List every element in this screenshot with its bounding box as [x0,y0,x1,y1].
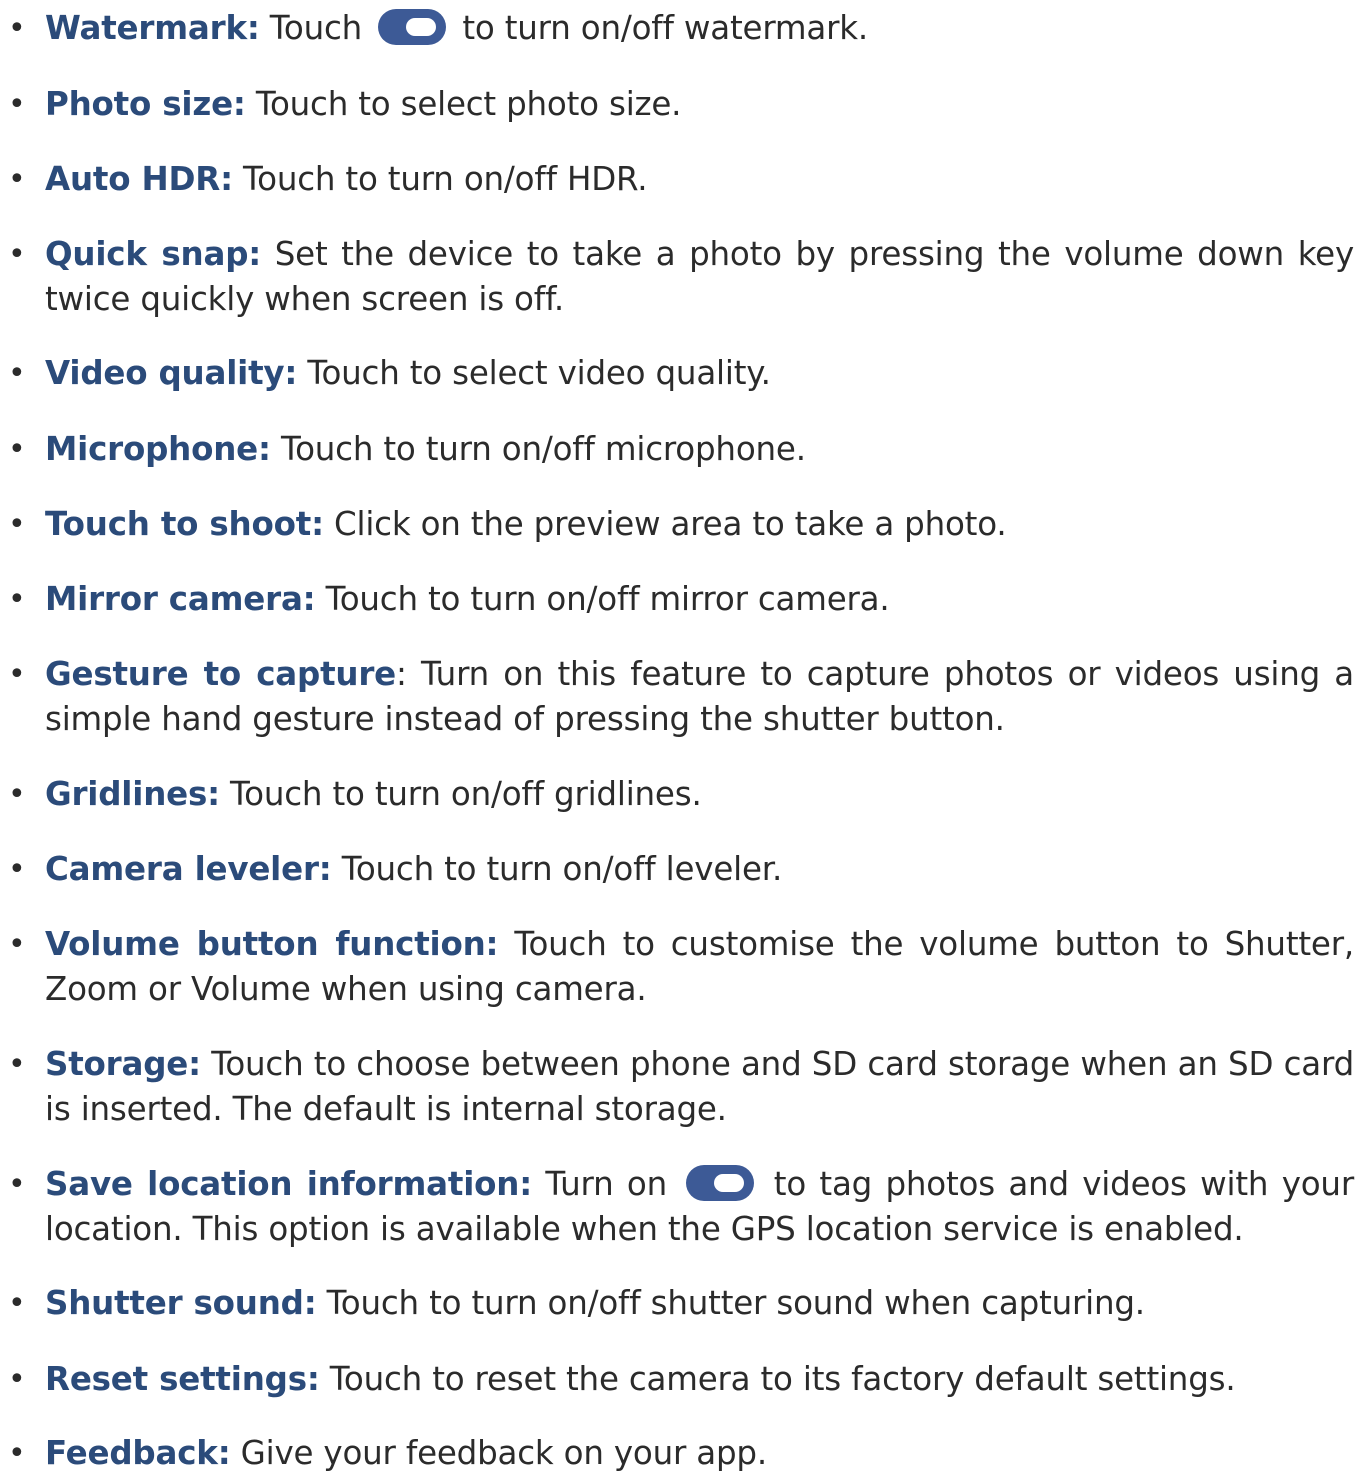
item-term: Reset settings: [45,1360,320,1398]
item-term: Watermark: [45,9,260,47]
list-item-volume-button-function: • Volume button function: Touch to custo… [8,922,1354,1012]
list-item-save-location-information: • Save location information: Turn on to … [8,1162,1354,1252]
item-term: Camera leveler: [45,850,332,888]
list-item-watermark: • Watermark: Touch to turn on/off waterm… [8,6,1354,51]
bullet: • [8,162,26,197]
bullet: • [8,1436,26,1471]
item-text: Volume button function: Touch to customi… [45,922,1354,1012]
item-term: Volume button function: [45,925,499,963]
list-item-gesture-to-capture: • Gesture to capture: Turn on this featu… [8,652,1354,742]
bullet: • [8,852,26,887]
list-item-touch-to-shoot: • Touch to shoot: Click on the preview a… [8,502,1354,547]
toggle-on-icon [686,1165,755,1201]
list-item-video-quality: • Video quality: Touch to select video q… [8,351,1354,396]
item-text: Gridlines: Touch to turn on/off gridline… [45,772,1354,817]
item-text: Quick snap: Set the device to take a pho… [45,232,1354,322]
item-text: Gesture to capture: Turn on this feature… [45,652,1354,742]
list-item-auto-hdr: • Auto HDR: Touch to turn on/off HDR. [8,157,1354,202]
toggle-knob [406,18,437,36]
bullet: • [8,11,26,46]
item-text: Watermark: Touch to turn on/off watermar… [45,6,1354,51]
item-text: Touch to shoot: Click on the preview are… [45,502,1354,547]
list-item-microphone: • Microphone: Touch to turn on/off micro… [8,427,1354,472]
item-term: Microphone: [45,430,271,468]
item-desc-before: Turn on [532,1165,681,1203]
item-term: Video quality: [45,354,298,392]
item-text: Video quality: Touch to select video qua… [45,351,1354,396]
list-item-gridlines: • Gridlines: Touch to turn on/off gridli… [8,772,1354,817]
item-text: Feedback: Give your feedback on your app… [45,1431,1354,1476]
list-item-storage: • Storage: Touch to choose between phone… [8,1042,1354,1132]
item-desc-before: Touch [259,9,373,47]
item-desc: Touch to turn on/off leveler. [331,850,783,888]
item-term: Photo size: [45,85,246,123]
item-term: Quick snap: [45,235,262,273]
bullet: • [8,657,26,692]
item-term: Feedback: [45,1434,231,1472]
toggle-on-icon [378,9,447,45]
bullet: • [8,927,26,962]
item-desc: Touch to turn on/off shutter sound when … [316,1284,1145,1322]
list-item-shutter-sound: • Shutter sound: Touch to turn on/off sh… [8,1281,1354,1326]
bullet: • [8,1047,26,1082]
bullet: • [8,237,26,272]
item-text: Shutter sound: Touch to turn on/off shut… [45,1281,1354,1326]
bullet: • [8,432,26,467]
list-item-feedback: • Feedback: Give your feedback on your a… [8,1431,1354,1476]
bullet: • [8,582,26,617]
item-text: Camera leveler: Touch to turn on/off lev… [45,847,1354,892]
item-text: Photo size: Touch to select photo size. [45,82,1354,127]
item-desc: Touch to choose between phone and SD car… [45,1045,1354,1128]
item-term: Mirror camera: [45,580,316,618]
bullet: • [8,356,26,391]
item-text: Save location information: Turn on to ta… [45,1162,1354,1252]
item-term: Storage: [45,1045,201,1083]
bullet: • [8,1167,26,1202]
item-term: Auto HDR: [45,160,233,198]
item-desc: Touch to turn on/off mirror camera. [315,580,890,618]
item-desc: Click on the preview area to take a phot… [323,505,1007,543]
bullet: • [8,777,26,812]
bullet: • [8,1286,26,1321]
bullet: • [8,87,26,122]
list-item-camera-leveler: • Camera leveler: Touch to turn on/off l… [8,847,1354,892]
list-item-reset-settings: • Reset settings: Touch to reset the cam… [8,1357,1354,1402]
item-term: Gridlines: [45,775,220,813]
item-desc: Give your feedback on your app. [230,1434,768,1472]
item-desc: Touch to turn on/off gridlines. [219,775,702,813]
item-text: Auto HDR: Touch to turn on/off HDR. [45,157,1354,202]
toggle-knob [714,1174,745,1192]
item-desc: Touch to select video quality. [297,354,771,392]
item-text: Storage: Touch to choose between phone a… [45,1042,1354,1132]
list-item-mirror-camera: • Mirror camera: Touch to turn on/off mi… [8,577,1354,622]
item-term: Save location information: [45,1165,533,1203]
bullet: • [8,507,26,542]
item-desc: Touch to turn on/off HDR. [232,160,648,198]
item-desc: Touch to turn on/off microphone. [270,430,806,468]
bullet: • [8,1362,26,1397]
item-desc-after: to turn on/off watermark. [452,9,869,47]
item-desc: Touch to reset the camera to its factory… [319,1360,1236,1398]
item-term: Gesture to capture [45,655,397,693]
list-item-quick-snap: • Quick snap: Set the device to take a p… [8,232,1354,322]
item-term: Shutter sound: [45,1284,317,1322]
item-desc: Touch to select photo size. [245,85,682,123]
item-text: Reset settings: Touch to reset the camer… [45,1357,1354,1402]
item-text: Microphone: Touch to turn on/off microph… [45,427,1354,472]
item-term: Touch to shoot: [45,505,324,543]
item-text: Mirror camera: Touch to turn on/off mirr… [45,577,1354,622]
list-item-photo-size: • Photo size: Touch to select photo size… [8,82,1354,127]
